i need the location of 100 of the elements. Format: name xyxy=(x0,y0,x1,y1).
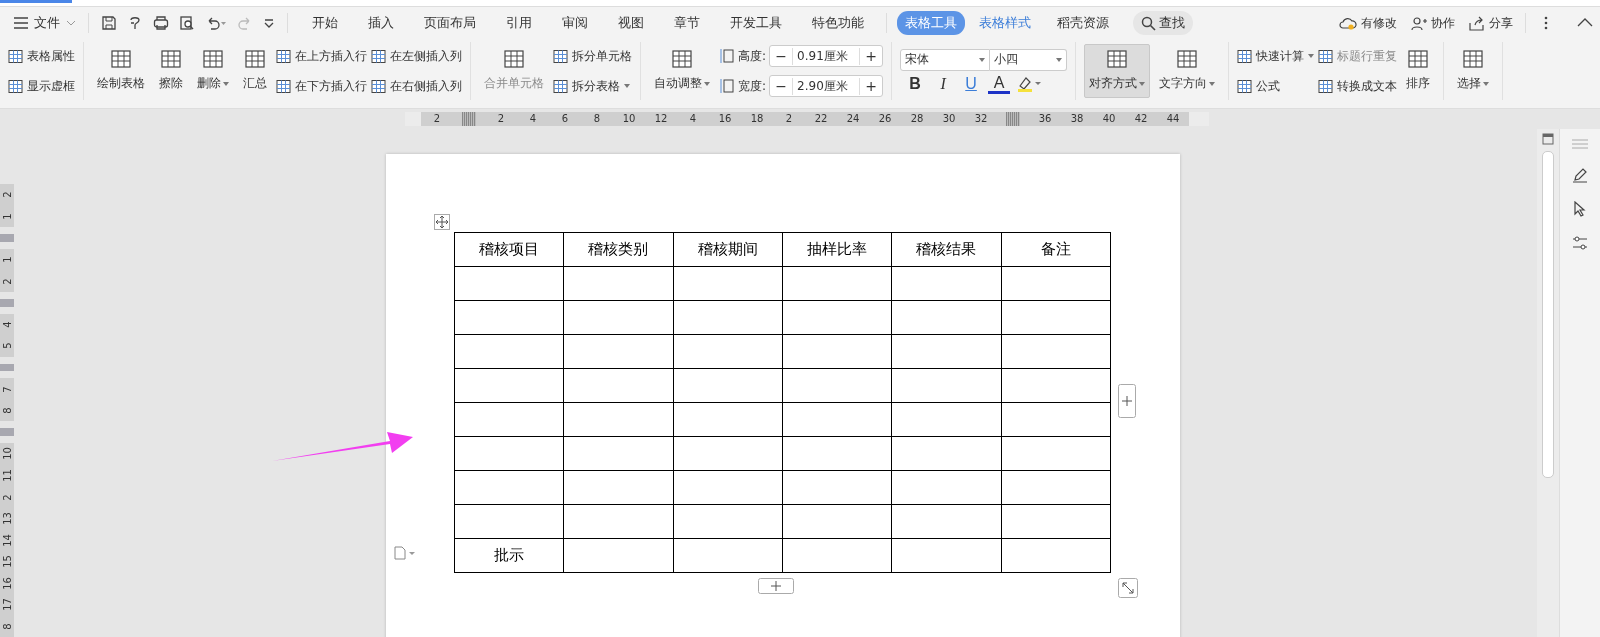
ruler-number: 1 xyxy=(0,205,14,228)
ribbon-tab[interactable]: 特色功能 xyxy=(804,11,872,35)
ribbon-button[interactable]: 擦除 xyxy=(154,44,188,98)
ruler-number: 22 xyxy=(813,112,829,126)
search-icon xyxy=(1141,15,1156,31)
table-icon xyxy=(276,48,291,64)
ribbon-tab[interactable]: 稻壳资源 xyxy=(1049,11,1117,35)
italic-button[interactable]: I xyxy=(932,75,955,93)
ribbon-button[interactable]: 拆分表格 xyxy=(553,75,632,97)
ruler-number: 15 xyxy=(0,550,14,573)
ribbon-button[interactable]: 在上方插入行 xyxy=(276,45,367,67)
ribbon-button[interactable]: 公式 xyxy=(1237,75,1315,97)
table-icon xyxy=(1462,48,1485,70)
ribbon-tab[interactable]: 开始 xyxy=(304,11,346,35)
field-label: 宽度: xyxy=(738,77,767,95)
bold-button[interactable]: B xyxy=(904,75,927,93)
ribbon-tab[interactable]: 章节 xyxy=(666,11,708,35)
number-spinner[interactable]: − 0.91厘米 + xyxy=(769,45,884,67)
ruler-number: 10 xyxy=(621,112,637,126)
panel-toggle-icon[interactable] xyxy=(1542,133,1554,145)
ruler-number: 44 xyxy=(1165,112,1181,126)
table-icon xyxy=(1237,78,1253,94)
ribbon-tab[interactable]: 表格样式 xyxy=(971,11,1039,35)
toolbar-action[interactable]: 协作 xyxy=(1411,14,1455,32)
cursor-icon[interactable] xyxy=(1572,201,1588,217)
ribbon-button[interactable]: 汇总 xyxy=(238,44,272,98)
ribbon-tab[interactable]: 视图 xyxy=(610,11,652,35)
document-icon[interactable] xyxy=(394,546,416,560)
table-header-cell: 备注 xyxy=(1001,232,1111,267)
ribbon-button[interactable]: 删除 xyxy=(192,44,234,98)
table-icon xyxy=(1318,78,1334,94)
table-icon xyxy=(8,78,23,94)
ruler-number: 2 xyxy=(0,486,14,508)
print-icon[interactable] xyxy=(153,15,169,31)
caret-icon xyxy=(979,57,986,62)
font-color-button[interactable]: A xyxy=(988,74,1011,94)
cloud-icon xyxy=(1339,15,1357,31)
table-icon xyxy=(553,78,568,94)
file-menu[interactable]: 文件 xyxy=(14,14,76,32)
table-icon xyxy=(1407,48,1430,70)
ribbon-button[interactable]: 在右侧插入列 xyxy=(371,75,462,97)
sliders-icon[interactable] xyxy=(1572,235,1588,251)
table-header-cell: 抽样比率 xyxy=(782,232,892,267)
save-icon[interactable] xyxy=(101,15,117,31)
table-cell: 批示 xyxy=(454,538,564,573)
ruler-number: 2 xyxy=(0,270,14,292)
ribbon-button[interactable]: 选择 xyxy=(1452,44,1495,98)
pen-icon[interactable] xyxy=(1572,167,1588,183)
font-family-select[interactable]: 宋体 xyxy=(900,48,991,71)
field-label: 高度: xyxy=(738,47,767,65)
ruler-number: 10 xyxy=(0,443,14,465)
search-button[interactable]: 查找 xyxy=(1133,11,1193,35)
table-icon xyxy=(202,48,224,70)
table-icon xyxy=(671,48,693,70)
toolbar-action[interactable]: 分享 xyxy=(1469,14,1513,32)
ribbon-button[interactable]: 排序 xyxy=(1401,44,1436,98)
font-size-select[interactable]: 小四 xyxy=(990,48,1068,71)
ribbon-button[interactable]: 在左侧插入列 xyxy=(371,45,462,67)
number-spinner[interactable]: − 2.90厘米 + xyxy=(769,75,884,97)
ruler-marker xyxy=(0,363,14,372)
ribbon-button[interactable]: 表格属性 xyxy=(8,45,75,67)
ruler-number: 8 xyxy=(0,615,14,637)
table-icon xyxy=(8,48,23,64)
ribbon-tab[interactable]: 开发工具 xyxy=(722,11,790,35)
ribbon-button[interactable]: 在下方插入行 xyxy=(276,75,367,97)
ribbon-button[interactable]: 文字方向 xyxy=(1154,44,1221,98)
ruler-number: 1 xyxy=(0,248,14,271)
caret-icon xyxy=(1056,57,1063,62)
underline-button[interactable]: U xyxy=(960,75,983,93)
ruler-number: 26 xyxy=(877,112,893,126)
table-icon xyxy=(1318,48,1334,64)
ruler-number: 16 xyxy=(0,572,14,594)
table-icon xyxy=(1237,48,1253,64)
ribbon-button[interactable]: 快速计算 xyxy=(1237,45,1315,67)
resize-icon[interactable] xyxy=(1118,578,1138,598)
ruler-number: 38 xyxy=(1069,112,1085,126)
toolbar-action[interactable]: 有修改 xyxy=(1339,14,1397,32)
ruler-number: 6 xyxy=(560,112,570,126)
ribbon-tab[interactable]: 引用 xyxy=(498,11,540,35)
ruler-marker xyxy=(0,298,14,307)
move-handle-icon[interactable] xyxy=(434,214,450,230)
ribbon-button[interactable]: 自动调整 xyxy=(649,44,715,98)
ribbon-button[interactable]: 拆分单元格 xyxy=(553,45,632,67)
ruler-number: 16 xyxy=(717,112,733,126)
highlighter-icon[interactable] xyxy=(1016,75,1043,93)
ruler-marker[interactable] xyxy=(462,112,476,126)
ribbon-tab[interactable]: 审阅 xyxy=(554,11,596,35)
print-preview-icon[interactable] xyxy=(179,15,195,31)
ribbon-button[interactable]: 显示虚框 xyxy=(8,75,75,97)
table-icon xyxy=(160,48,182,70)
scrollbar-thumb[interactable] xyxy=(1542,151,1554,478)
ribbon-tab[interactable]: 页面布局 xyxy=(416,11,484,35)
ribbon-button[interactable]: 绘制表格 xyxy=(92,44,150,98)
ruler-number: 13 xyxy=(0,507,14,530)
ribbon-tab[interactable]: 插入 xyxy=(360,11,402,35)
ribbon-button[interactable]: 对齐方式 xyxy=(1084,44,1151,98)
ruler-marker[interactable] xyxy=(1006,112,1020,126)
ruler-number: 32 xyxy=(973,112,989,126)
ribbon-button[interactable]: 转换成文本 xyxy=(1318,75,1398,97)
ruler-number: 36 xyxy=(1037,112,1053,126)
